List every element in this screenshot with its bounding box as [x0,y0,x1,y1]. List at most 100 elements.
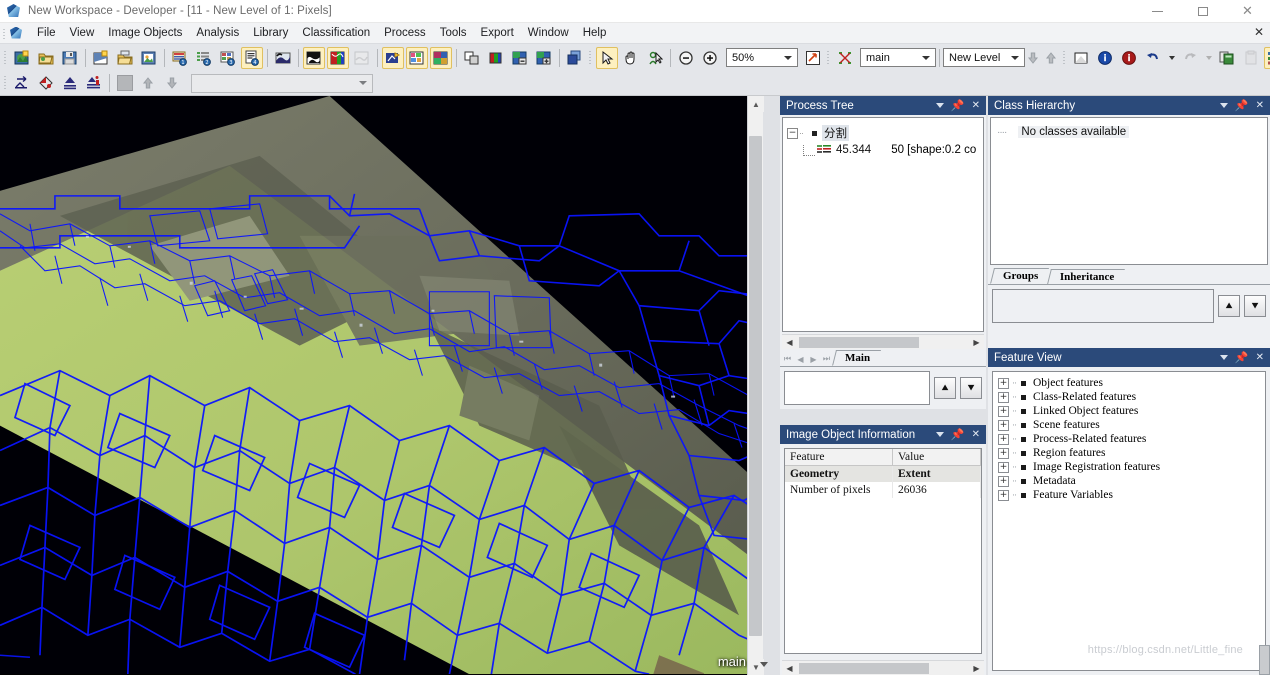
scroll-thumb[interactable] [799,336,919,348]
scroll-thumb[interactable] [749,136,762,636]
scroll-thumb[interactable] [799,662,929,674]
rgb-view-icon[interactable] [327,46,349,69]
layer-view-icon[interactable] [303,46,325,69]
scroll-up-arrow-icon[interactable]: ▲ [748,96,764,112]
view-combo[interactable]: main [860,48,936,67]
info-blue-icon[interactable] [1094,47,1116,69]
move-down-icon[interactable] [162,72,184,94]
move-up-button[interactable]: ⯅ [1218,295,1240,317]
fit-to-window-icon[interactable] [802,47,824,69]
tab-inheritance[interactable]: Inheritance [1047,269,1126,284]
menu-tools[interactable]: Tools [433,25,474,41]
insert-object-icon[interactable] [11,72,33,94]
pin-icon[interactable]: 📌 [1235,99,1249,112]
collapse-icon[interactable]: − [787,127,798,139]
expand-icon[interactable]: + [998,433,1009,445]
menu-file[interactable]: File [30,25,63,41]
close-icon[interactable]: ✕ [972,100,980,111]
save-project-icon[interactable] [59,47,81,69]
zoom-out-icon[interactable] [675,47,697,69]
move-down-button[interactable]: ⯆ [960,377,982,399]
menu-image-objects[interactable]: Image Objects [101,25,189,41]
maximize-button[interactable] [1180,0,1225,23]
move-up-button[interactable]: ⯅ [934,377,956,399]
pixel-view-icon[interactable] [406,46,428,69]
level-up-button[interactable] [1043,48,1061,68]
process-tree-icon[interactable]: 3 [217,47,239,69]
redo-icon[interactable] [1179,47,1201,69]
toolbar-grip[interactable] [825,47,833,69]
table-row[interactable]: Geometry Extent [785,465,981,482]
panel-menu-caret-icon[interactable] [1219,355,1228,360]
redo-dropdown-icon[interactable] [1203,47,1214,69]
menu-view[interactable]: View [63,25,102,41]
copy-layer-icon[interactable] [1216,47,1238,69]
undo-icon[interactable] [1142,47,1164,69]
process-tree-body[interactable]: − ·· 分割 45.344 50 [shape:0.2 co [782,117,984,332]
new-workspace-icon[interactable] [90,47,112,69]
process-tree-child-row[interactable]: 45.344 50 [shape:0.2 co [787,144,979,156]
transparency-icon[interactable] [461,47,483,69]
expand-icon[interactable]: + [998,461,1009,473]
feature-view-item-linked-object-features[interactable]: + ·· Linked Object features [993,404,1265,418]
pin-icon[interactable]: 📌 [951,99,965,112]
prev-tab-icon[interactable]: ◀ [795,355,806,364]
close-icon[interactable]: ✕ [1256,100,1264,111]
toolbar-grip[interactable] [2,47,10,69]
zoom-in-icon[interactable] [699,47,721,69]
feature-view-item-metadata[interactable]: + ·· Metadata [993,474,1265,488]
scroll-right-arrow-icon[interactable]: ▶ [969,335,984,349]
open-project-icon[interactable] [35,47,57,69]
feature-view-item-process-related-features[interactable]: + ·· Process-Related features [993,432,1265,446]
expand-icon[interactable]: + [998,447,1009,459]
class-filter-input[interactable] [992,289,1214,323]
scroll-track[interactable] [797,661,969,675]
last-tab-icon[interactable]: ⏭ [821,354,832,364]
cursor-select-icon[interactable] [596,46,618,69]
menu-classification[interactable]: Classification [295,25,377,41]
scroll-track[interactable] [797,335,969,349]
feature-view-item-class-related-features[interactable]: + ·· Class-Related features [993,390,1265,404]
analysis-builder-icon[interactable]: 2 [193,47,215,69]
class-hierarchy-body[interactable]: ···· No classes available [990,117,1268,265]
compare-layers-icon[interactable] [564,47,586,69]
menu-analysis[interactable]: Analysis [189,25,246,41]
move-down-button[interactable]: ⯆ [1244,295,1266,317]
feature-view-item-object-features[interactable]: + ·· Object features [993,376,1265,390]
menu-help[interactable]: Help [576,25,614,41]
panel-menu-caret-icon[interactable] [1219,103,1228,108]
minimize-button[interactable] [1135,0,1180,23]
expand-icon[interactable]: + [998,405,1009,417]
pin-icon[interactable]: 📌 [951,428,965,441]
expand-icon[interactable]: + [998,419,1009,431]
manual-classify-icon[interactable] [83,72,105,94]
image-object-information-hscrollbar[interactable]: ◀ ▶ [782,660,984,675]
class-combo[interactable] [191,73,373,93]
panel-menu-caret-icon[interactable] [935,103,944,108]
close-document-button[interactable]: ✕ [1254,25,1264,39]
brightness-down-icon[interactable] [509,47,531,69]
menu-grip[interactable] [0,23,9,44]
class-hierarchy-icon[interactable] [1264,46,1270,69]
import-image-icon[interactable] [138,47,160,69]
tab-navigation[interactable]: ⏮ ◀ ▶ ⏭ [782,354,832,366]
toolbar-grip[interactable] [587,47,595,69]
close-icon[interactable]: ✕ [972,429,980,440]
tab-main[interactable]: Main [832,350,882,366]
info-red-icon[interactable] [1118,47,1140,69]
table-row[interactable]: Number of pixels 26036 [785,482,981,498]
toolbar-grip[interactable] [1061,47,1069,69]
close-icon[interactable]: ✕ [1256,352,1264,363]
edit-process-icon[interactable]: 4 [241,46,263,69]
color-swatch-icon[interactable] [114,72,136,94]
level-combo[interactable]: New Level [943,48,1025,67]
menu-process[interactable]: Process [377,25,433,41]
pan-hand-icon[interactable] [620,47,642,69]
feature-view-item-image-registration-features[interactable]: + ·· Image Registration features [993,460,1265,474]
first-tab-icon[interactable]: ⏮ [782,354,793,364]
next-tab-icon[interactable]: ▶ [808,355,819,364]
feature-view-item-feature-variables[interactable]: + ·· Feature Variables [993,488,1265,502]
expand-icon[interactable]: + [998,391,1009,403]
select-object-icon[interactable] [644,47,666,69]
level-down-button[interactable] [1025,48,1043,68]
